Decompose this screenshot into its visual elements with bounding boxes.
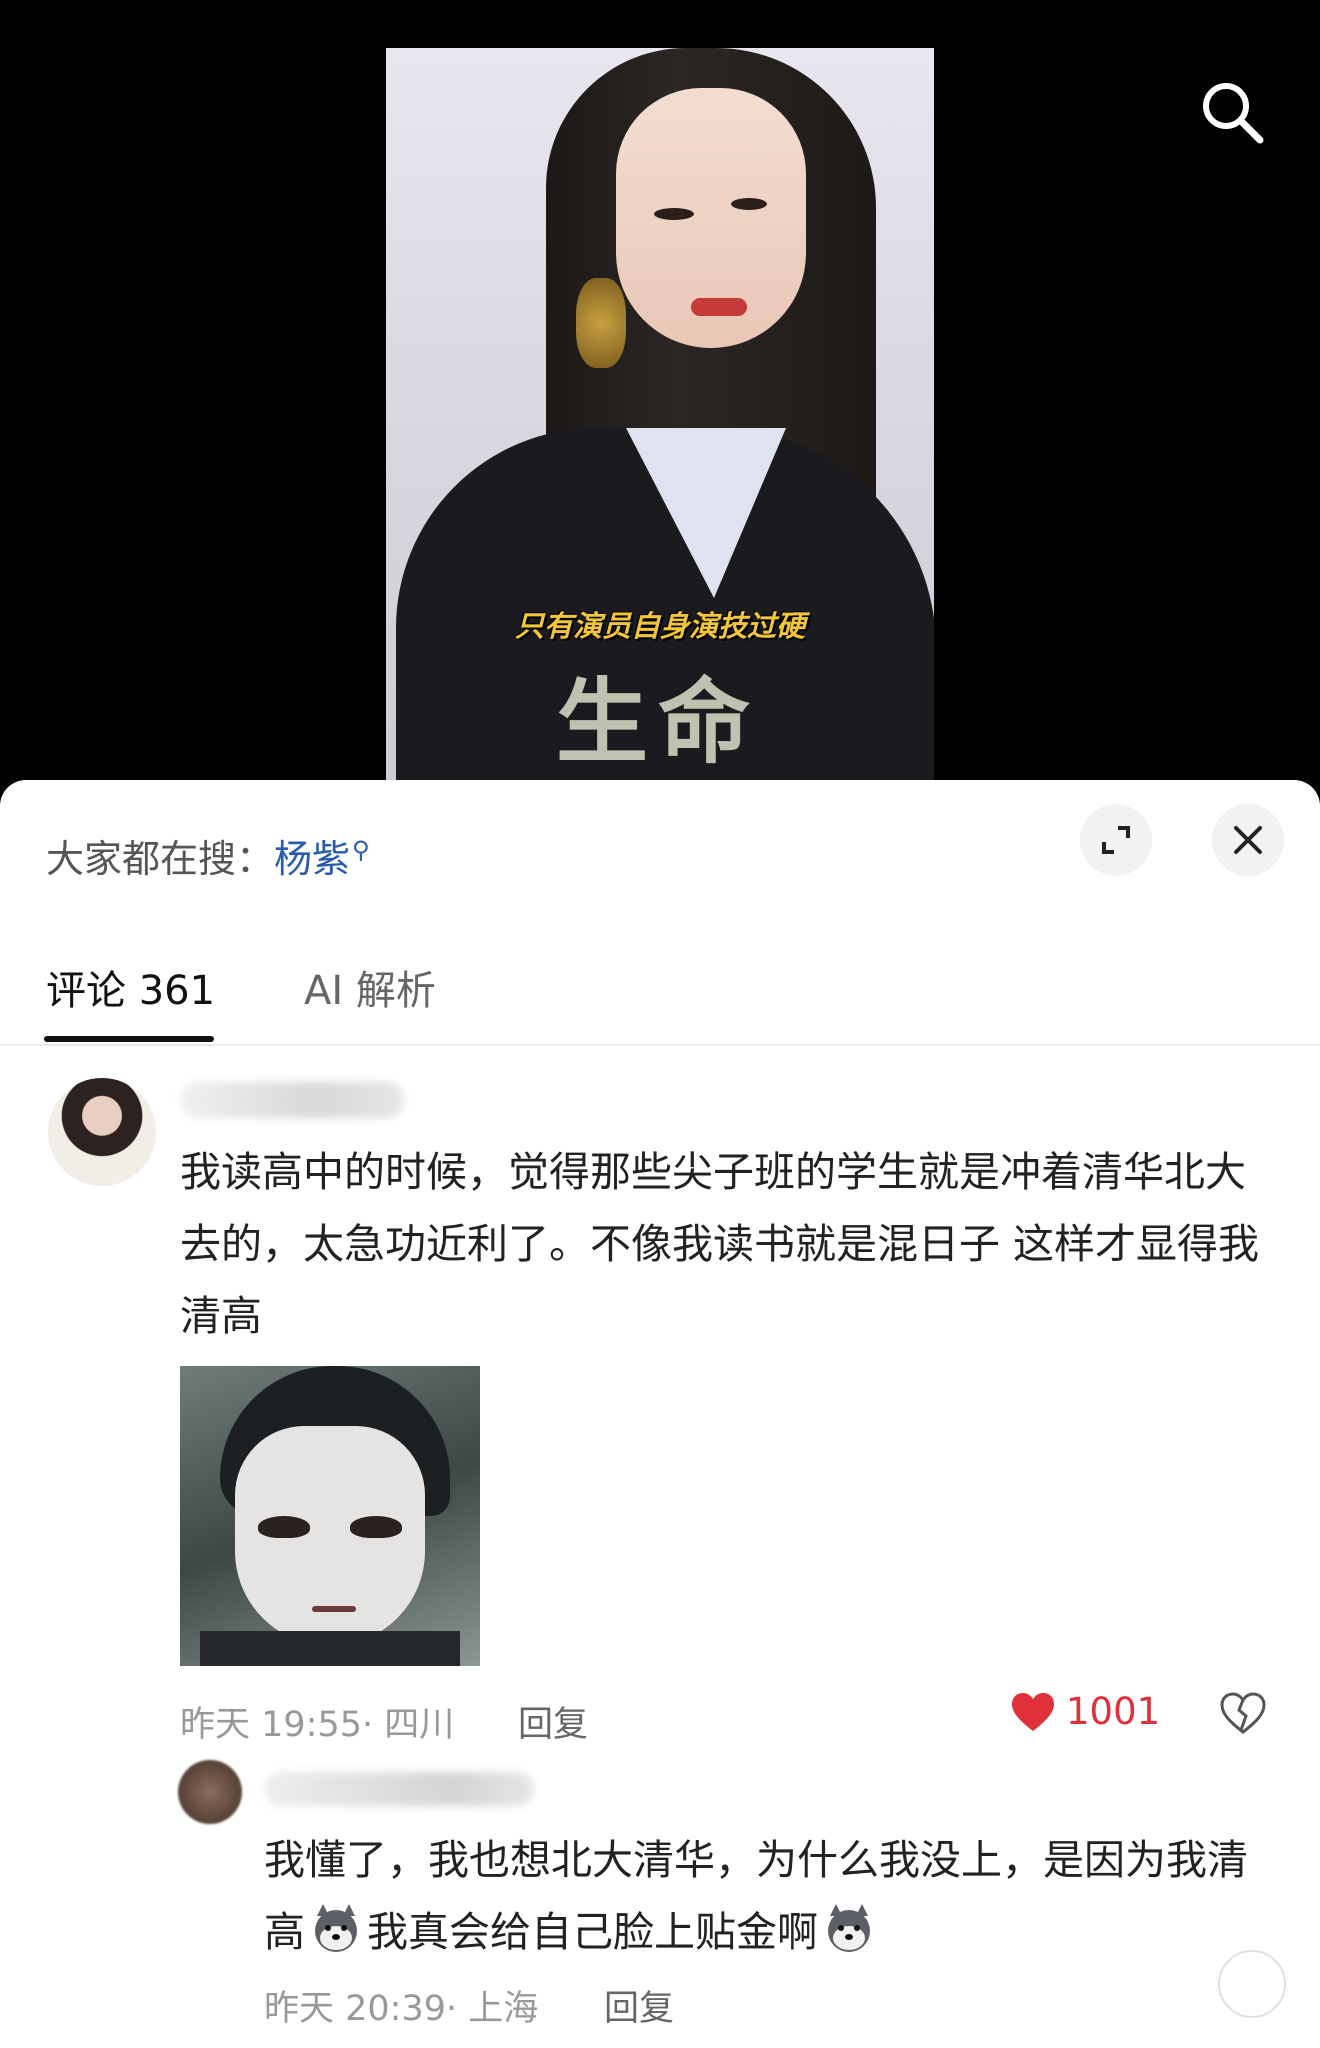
sticker-shirt bbox=[200, 1631, 460, 1666]
close-icon bbox=[1234, 826, 1262, 854]
comment-sheet: 大家都在搜：杨紫⚲ 评论 361 AI 解析 我读高中的时候，觉得那些尖子班的学… bbox=[0, 780, 1320, 2048]
reply-button[interactable]: 回复 bbox=[604, 1980, 674, 2031]
sticker-face bbox=[235, 1426, 425, 1646]
video-player[interactable]: 只有演员自身演技过硬 生命 bbox=[0, 0, 1320, 800]
watermark-logo bbox=[1218, 1950, 1286, 2018]
search-icon bbox=[1203, 83, 1264, 144]
comment-sticker-image[interactable] bbox=[180, 1366, 480, 1666]
expand-button[interactable] bbox=[1080, 804, 1152, 876]
video-lips bbox=[691, 298, 747, 316]
video-subtitle: 只有演员自身演技过硬 bbox=[514, 609, 805, 643]
tab-ai-analysis[interactable]: AI 解析 bbox=[304, 930, 436, 1044]
comment-text: 我读高中的时候，觉得那些尖子班的学生就是冲着清华北大去的，太急功近利了。不像我读… bbox=[180, 1148, 1260, 1340]
active-tab-indicator bbox=[44, 1036, 214, 1042]
sticker-eye bbox=[350, 1516, 402, 1538]
video-logo-text: 生命 bbox=[556, 669, 761, 776]
husky-emoji-icon bbox=[307, 1904, 365, 1954]
reply-comment-text: 我懂了，我也想北大清华，为什么我没上，是因为我清高 我真会给自己脸上贴金啊 bbox=[264, 1824, 1264, 1968]
heart-icon bbox=[1012, 1692, 1054, 1731]
search-button[interactable] bbox=[1196, 76, 1268, 148]
expand-icon bbox=[1102, 826, 1130, 854]
reply-button[interactable]: 回复 bbox=[518, 1696, 588, 1747]
video-eye bbox=[731, 198, 767, 210]
search-icon: ⚲ bbox=[352, 836, 370, 865]
username-blurred[interactable] bbox=[264, 1772, 534, 1806]
video-eye bbox=[654, 208, 694, 220]
broken-heart-icon bbox=[1220, 1692, 1266, 1734]
video-frame[interactable]: 只有演员自身演技过硬 生命 bbox=[386, 48, 934, 800]
username-blurred[interactable] bbox=[180, 1082, 404, 1118]
dislike-button[interactable] bbox=[1220, 1692, 1266, 1738]
sticker-eye bbox=[258, 1516, 310, 1538]
trending-search-prefix: 大家都在搜： bbox=[46, 837, 275, 881]
like-button[interactable]: 1001 bbox=[1010, 1690, 1160, 1733]
trending-search-keyword[interactable]: 杨紫 bbox=[274, 837, 350, 881]
tab-bar: 评论 361 AI 解析 bbox=[0, 930, 1320, 1046]
video-earring bbox=[576, 278, 626, 368]
comment-meta: 昨天 20:39· 上海 bbox=[264, 1989, 539, 2029]
comment-meta: 昨天 19:55· 四川 bbox=[180, 1705, 455, 1745]
avatar[interactable] bbox=[48, 1078, 156, 1186]
tab-comments[interactable]: 评论 361 bbox=[46, 930, 215, 1044]
sticker-mouth bbox=[312, 1606, 356, 1612]
reply-text-part2: 我真会给自己脸上贴金啊 bbox=[367, 1908, 818, 1956]
trending-search[interactable]: 大家都在搜：杨紫⚲ bbox=[46, 828, 370, 883]
husky-emoji-icon bbox=[820, 1904, 878, 1954]
avatar[interactable] bbox=[178, 1760, 242, 1824]
close-button[interactable] bbox=[1212, 804, 1284, 876]
like-count: 1001 bbox=[1066, 1690, 1161, 1733]
